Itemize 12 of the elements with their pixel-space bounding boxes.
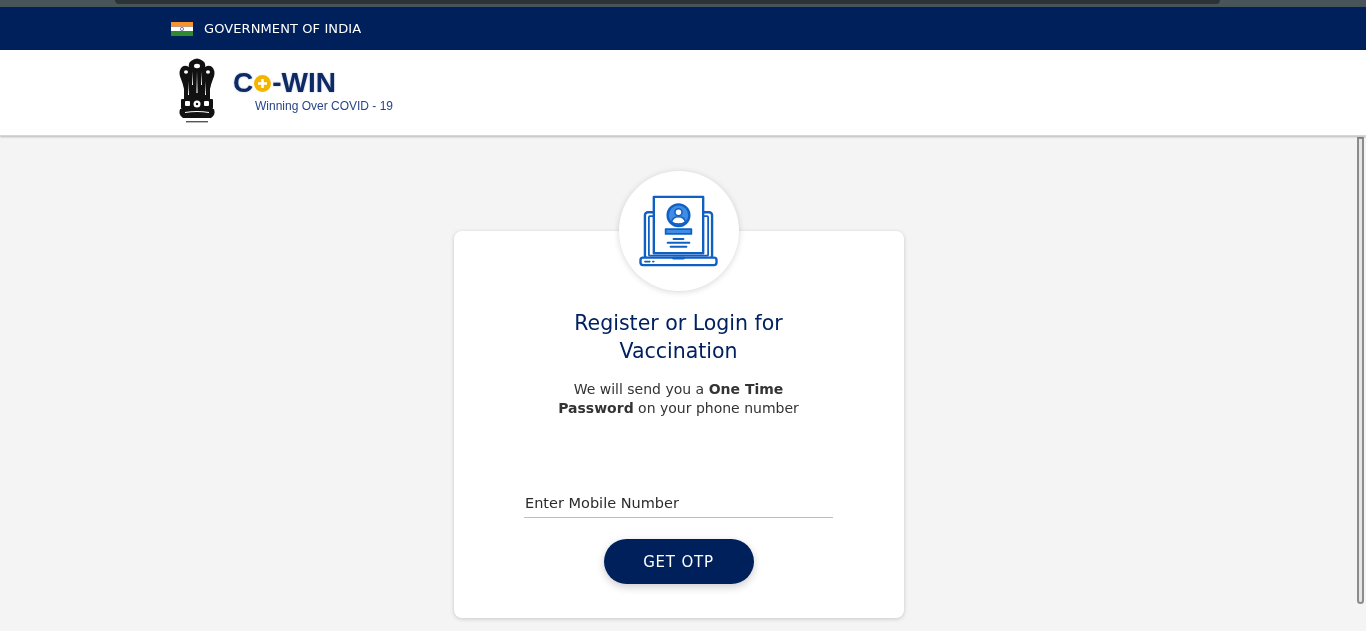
otp-description: We will send you a One Time Password on your phone number: [557, 380, 800, 418]
scrollbar-thumb[interactable]: [1357, 137, 1364, 604]
plus-circle-icon: [254, 74, 272, 92]
logo-text: -WIN: [272, 67, 336, 99]
india-flag-icon: [171, 21, 193, 36]
get-otp-button[interactable]: GET OTP: [603, 539, 754, 584]
logo-text: C: [233, 67, 254, 99]
government-of-india-label: GOVERNMENT OF INDIA: [204, 21, 362, 36]
logo-tagline: Winning Over COVID - 19: [255, 99, 394, 113]
login-title: Register or Login for Vaccination: [573, 310, 784, 365]
mobile-number-field[interactable]: Enter Mobile Number: [524, 488, 833, 518]
national-emblem-drawing: [177, 57, 217, 124]
